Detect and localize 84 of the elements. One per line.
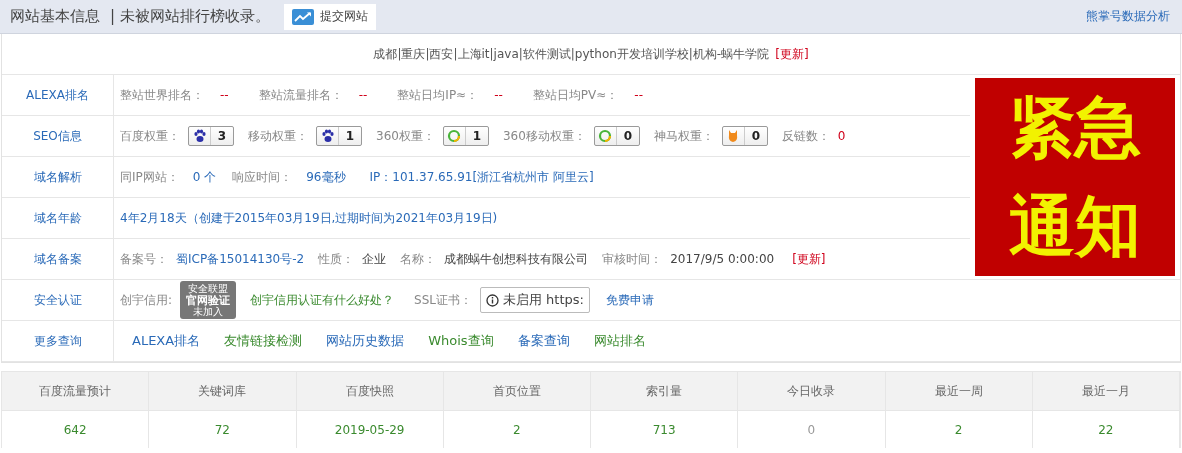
paw-icon — [192, 129, 207, 143]
row-label: 更多查询 — [2, 321, 114, 362]
field-value: -- — [358, 88, 368, 102]
column-header: 首页位置 — [443, 372, 591, 410]
column-header: 百度快照 — [296, 372, 444, 410]
field-value: 企业 — [362, 250, 387, 268]
field-value: 2017/9/5 0:00:00 — [670, 252, 775, 266]
field-label: 百度权重： — [120, 127, 180, 145]
field-label: 整站世界排名： — [120, 86, 204, 104]
field-value: 96毫秒 — [306, 168, 346, 186]
paw-icon — [320, 129, 335, 143]
field-value: -- — [494, 88, 503, 102]
column-header: 索引量 — [591, 372, 739, 410]
query-link[interactable]: 网站排名 — [593, 332, 646, 350]
credit-link[interactable]: 创宇信用认证有什么好处？ — [250, 291, 395, 309]
apply-link[interactable]: 免费申请 — [605, 291, 654, 309]
notice-text: 通知 — [1009, 193, 1141, 260]
table-cell: 0 — [738, 410, 886, 448]
field-label: 整站流量排名： — [258, 86, 343, 104]
field-value: 0 — [837, 129, 846, 143]
chart-icon — [291, 8, 314, 25]
field-label: 审核时间： — [602, 250, 663, 268]
seal-badge: 安全联盟 官网验证 未加入 — [180, 281, 237, 319]
row-label: 安全认证 — [2, 280, 114, 321]
field-label: SSL证书： — [414, 291, 472, 309]
ring-icon — [598, 129, 613, 143]
field-label: 名称： — [400, 250, 437, 268]
field-value: 成都蜗牛创想科技有限公司 — [444, 250, 589, 268]
field-label: 创宇信用: — [120, 291, 173, 309]
field-value: -- — [220, 88, 229, 102]
table-cell: 2019-05-29 — [296, 410, 444, 448]
table-cell: 2 — [885, 410, 1033, 448]
table-cell: 22 — [1032, 410, 1180, 448]
row-label: 域名备案 — [2, 239, 114, 280]
update-link[interactable]: [更新] — [792, 250, 826, 268]
field-label: 反链数： — [781, 127, 830, 145]
update-link[interactable]: [更新] — [775, 45, 809, 63]
row-label: 域名年龄 — [2, 198, 114, 239]
field-label: 360权重： — [376, 127, 435, 145]
submit-button[interactable]: 提交网站 — [283, 3, 376, 30]
domain-age: 4年2月18天（创建于2015年03月19日,过期时间为2021年03月19日) — [120, 209, 498, 227]
weight-badge: 0 — [721, 126, 768, 146]
weight-badge: 3 — [188, 126, 234, 146]
table-cell: 72 — [149, 410, 297, 448]
query-link[interactable]: 网站历史数据 — [326, 332, 405, 350]
notice-text: 紧急 — [1009, 94, 1141, 161]
info-icon — [485, 293, 499, 307]
field-label: 响应时间： — [232, 168, 293, 186]
section-title: 网站基本信息 — [10, 7, 100, 26]
field-value: 0 个 — [192, 168, 217, 186]
site-title: 成都|重庆|西安|上海it|java|软件测试|python开发培训学校|机构-蜗牛学院 — [373, 45, 770, 63]
table-cell: 2 — [443, 410, 591, 448]
column-header: 最近一月 — [1032, 372, 1180, 410]
field-value: -- — [634, 88, 644, 102]
weight-badge: 0 — [593, 126, 640, 146]
column-header: 今日收录 — [738, 372, 886, 410]
weight-badge: 1 — [316, 126, 362, 146]
field-label: 备案号： — [120, 250, 168, 268]
column-header: 百度流量预计 — [2, 372, 150, 410]
row-label: SEO信息 — [2, 116, 114, 157]
column-header: 关键词库 — [149, 372, 297, 410]
query-link[interactable]: 备案查询 — [517, 332, 570, 350]
field-label: 性质： — [318, 250, 355, 268]
row-label: 域名解析 — [2, 157, 114, 198]
column-header: 最近一周 — [885, 372, 1033, 410]
row-label: ALEXA排名 — [2, 75, 114, 116]
field-label: 整站日均PV≈： — [532, 86, 619, 104]
table-cell: 713 — [591, 410, 739, 448]
query-link[interactable]: 友情链接检测 — [224, 332, 303, 350]
ssl-status: 未启用 https: — [479, 287, 590, 313]
ring-icon — [447, 129, 462, 143]
ip-address: IP：101.37.65.91[浙江省杭州市 阿里云] — [369, 168, 594, 186]
query-link[interactable]: ALEXA排名 — [132, 332, 201, 350]
icp-link[interactable]: 蜀ICP备15014130号-2 — [176, 250, 305, 268]
rank-status: | 未被网站排行榜收录。 — [110, 7, 270, 26]
query-link[interactable]: Whois查询 — [428, 332, 494, 350]
field-label: 整站日均IP≈： — [397, 86, 479, 104]
weight-badge: 1 — [442, 126, 489, 146]
analytics-link[interactable]: 熊掌号数据分析 — [1086, 8, 1170, 25]
field-label: 神马权重： — [653, 127, 714, 145]
field-label: 360移动权重： — [502, 127, 586, 145]
table-cell: 642 — [2, 410, 150, 448]
field-label: 同IP网站： — [120, 168, 179, 186]
field-label: 移动权重： — [248, 127, 308, 145]
